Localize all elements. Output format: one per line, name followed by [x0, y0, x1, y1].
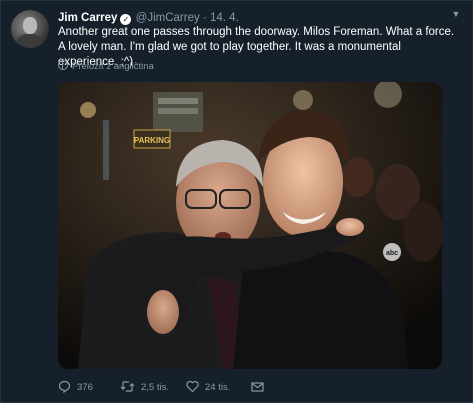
separator-dot: ·	[202, 12, 207, 24]
tweet-date[interactable]: 14. 4.	[210, 12, 239, 24]
retweet-icon	[120, 381, 135, 392]
reply-button[interactable]: 376	[58, 380, 93, 395]
translate-link[interactable]: Přeložit z angličtina	[58, 60, 154, 73]
tweet-card[interactable]: Jim Carrey ✓ @JimCarrey · 14. 4. ▼ Anothe…	[0, 0, 473, 403]
parking-sign: PARKING	[134, 136, 170, 145]
share-button[interactable]	[251, 380, 270, 395]
tweet-photo[interactable]: PARKING abc	[58, 82, 442, 369]
retweet-count: 2,5 tis.	[141, 382, 169, 393]
author-handle[interactable]: @JimCarrey	[136, 12, 200, 24]
verified-badge-icon: ✓	[120, 14, 132, 25]
avatar[interactable]	[11, 10, 49, 48]
heart-icon	[186, 380, 199, 393]
retweet-button[interactable]: 2,5 tis.	[120, 380, 169, 395]
globe-icon	[58, 60, 68, 70]
like-count: 24 tis.	[205, 382, 231, 393]
translate-label: Přeložit z angličtina	[72, 61, 154, 72]
abc-logo: abc	[386, 250, 398, 257]
reply-count: 376	[77, 382, 93, 393]
reply-icon	[58, 380, 71, 394]
author-name[interactable]: Jim Carrey	[58, 12, 117, 24]
envelope-icon	[251, 382, 264, 392]
chevron-down-icon[interactable]: ▼	[450, 9, 462, 21]
tweet-header: Jim Carrey ✓ @JimCarrey · 14. 4.	[58, 11, 452, 25]
like-button[interactable]: 24 tis.	[186, 380, 230, 395]
